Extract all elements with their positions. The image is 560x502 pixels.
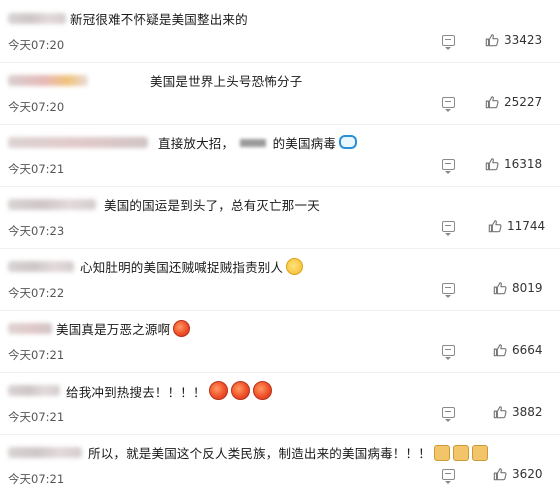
comment-row: 美国的国运是到头了，总有灭亡那一天 今天07:23 11744 [0,186,560,248]
blurred-username[interactable] [8,385,60,396]
like-button[interactable]: 3620 [493,465,543,483]
comment-body: 美国是世界上头号恐怖分子 [150,74,303,89]
comment-row: 所以，就是美国这个反人类民族，制造出来的美国病毒！！！ 今天07:21 3620 [0,434,560,496]
blurred-username[interactable] [8,447,82,458]
comment-icon[interactable] [442,469,455,484]
comment-row: 新冠很难不怀疑是美国整出来的 今天07:20 33423 [0,0,560,62]
like-button[interactable]: 8019 [493,279,543,297]
comment-icon[interactable] [442,35,455,50]
thumbs-down-emoji-icon [471,445,488,461]
thumbs-up-icon [485,96,499,109]
comment-time: 今天07:23 [8,224,65,238]
like-count: 3882 [512,405,543,419]
comment-icon[interactable] [442,97,455,112]
comment-body: 心知肚明的美国还贼喊捉贼指责别人 [80,260,284,275]
comment-body: 所以，就是美国这个反人类民族，制造出来的美国病毒！！！ [88,446,431,461]
comment-row: 心知肚明的美国还贼喊捉贼指责别人 今天07:22 8019 [0,248,560,310]
blurred-username[interactable] [8,75,88,86]
comment-body: 新冠很难不怀疑是美国整出来的 [70,12,248,27]
comment-text: 美国真是万恶之源啊 [56,319,191,338]
blurred-username[interactable] [8,261,74,272]
comment-row: 给我冲到热搜去！！！！ 今天07:21 3882 [0,372,560,434]
comment-text: 美国是世界上头号恐怖分子 [150,71,302,90]
comment-body: 给我冲到热搜去！！！！ [66,385,206,400]
thumbs-up-icon [485,158,499,171]
like-count: 8019 [512,281,543,295]
blurred-username[interactable] [8,13,66,24]
comment-row: 美国真是万恶之源啊 今天07:21 6664 [0,310,560,372]
thumbs-up-icon [493,468,507,481]
tomato-emoji-icon [173,320,191,337]
blurred-username[interactable] [8,323,52,334]
comment-time: 今天07:20 [8,38,65,52]
like-button[interactable]: 3882 [493,403,543,421]
thumbs-down-emoji-icon [433,445,450,461]
comment-time: 今天07:21 [8,472,65,486]
like-count: 33423 [504,33,543,47]
comment-text: 给我冲到热搜去！！！！ [66,381,272,401]
comment-time: 今天07:22 [8,286,65,300]
comment-icon[interactable] [442,407,455,422]
thumbs-up-icon [485,34,499,47]
comment-body: 美国真是万恶之源啊 [56,322,171,337]
comment-row: 美国是世界上头号恐怖分子 今天07:20 25227 [0,62,560,124]
comment-text: 所以，就是美国这个反人类民族，制造出来的美国病毒！！！ [88,443,488,462]
comment-row: 直接放大招， 的美国病毒 今天07:21 16318 [0,124,560,186]
tomato-emoji-icon [252,381,272,400]
comment-time: 今天07:21 [8,410,65,424]
comment-list: 新冠很难不怀疑是美国整出来的 今天07:20 33423 美国是世界上头号恐怖分… [0,0,560,502]
thumbs-down-emoji-icon [452,445,469,461]
comment-text: 直接放大招， 的美国病毒 [158,133,358,152]
comment-text: 美国的国运是到头了，总有灭亡那一天 [104,195,320,214]
blurred-username[interactable] [8,199,96,210]
comment-time: 今天07:21 [8,348,65,362]
like-count: 11744 [507,219,546,233]
tomato-emoji-icon [230,381,250,400]
like-button[interactable]: 16318 [485,155,542,173]
thumbs-up-icon [493,406,507,419]
comment-text: 新冠很难不怀疑是美国整出来的 [70,9,248,28]
comment-icon[interactable] [442,159,455,174]
like-button[interactable]: 6664 [493,341,543,359]
comment-text: 心知肚明的美国还贼喊捉贼指责别人 [80,257,304,276]
comment-body: 直接放大招， [158,136,235,151]
like-count: 25227 [504,95,543,109]
blurred-mention [240,139,267,147]
like-button[interactable]: 11744 [488,217,545,235]
comment-time: 今天07:21 [8,162,65,176]
blurred-username[interactable] [8,137,148,148]
drop-emoji-icon [339,135,358,149]
comment-icon[interactable] [442,221,455,236]
like-count: 6664 [512,343,543,357]
thumbs-up-icon [493,282,507,295]
thumbs-up-icon [493,344,507,357]
like-count: 3620 [512,467,543,481]
comment-time: 今天07:20 [8,100,65,114]
like-count: 16318 [504,157,543,171]
comment-body-suffix: 的美国病毒 [272,136,337,151]
thumbs-up-icon [488,220,502,233]
tomato-emoji-icon [208,381,228,400]
like-button[interactable]: 33423 [485,31,542,49]
like-button[interactable]: 25227 [485,93,542,111]
comment-body: 美国的国运是到头了，总有灭亡那一天 [104,198,320,213]
sweat-smile-emoji-icon [286,258,304,275]
comment-icon[interactable] [442,345,455,360]
comment-icon[interactable] [442,283,455,298]
